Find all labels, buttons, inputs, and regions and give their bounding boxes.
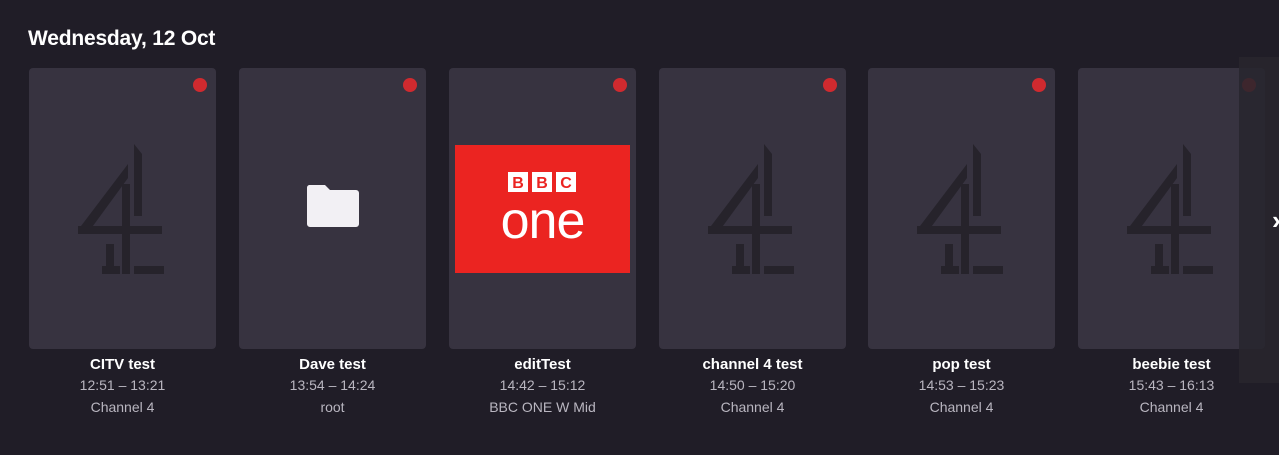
programme-channel: Channel 4: [929, 399, 994, 415]
programme-time: 14:50 – 15:20: [709, 377, 796, 393]
programme-title: editTest: [514, 356, 571, 373]
programme-time: 14:42 – 15:12: [499, 377, 586, 393]
date-heading: Wednesday, 12 Oct: [28, 27, 216, 50]
programme-card[interactable]: B B C one editTest 14:42 – 15:12 BBC ONE…: [449, 68, 636, 418]
folder-icon: [306, 184, 359, 227]
programme-card[interactable]: CITV test 12:51 – 13:21 Channel 4: [29, 68, 216, 418]
bbc-one-logo-icon: B B C one: [455, 144, 630, 273]
chevron-right-icon[interactable]: ›: [1272, 205, 1279, 236]
programme-title: Dave test: [299, 356, 366, 373]
channel-4-logo-icon: [77, 143, 164, 274]
svg-text:B: B: [512, 175, 524, 192]
programme-thumbnail[interactable]: [29, 68, 216, 349]
programme-time: 12:51 – 13:21: [79, 377, 166, 393]
channel-4-logo-icon: [1126, 143, 1213, 274]
svg-text:B: B: [536, 175, 548, 192]
programme-title: beebie test: [1132, 356, 1211, 373]
channel-4-logo-icon: [916, 143, 1003, 274]
programme-card[interactable]: pop test 14:53 – 15:23 Channel 4: [868, 68, 1055, 418]
programme-thumbnail[interactable]: [659, 68, 846, 349]
programme-thumbnail[interactable]: [239, 68, 426, 349]
programme-channel: BBC ONE W Mid: [489, 399, 596, 415]
programme-thumbnail[interactable]: B B C one: [449, 68, 636, 349]
programme-card[interactable]: channel 4 test 14:50 – 15:20 Channel 4: [659, 68, 846, 418]
programme-thumbnail[interactable]: [868, 68, 1055, 349]
programme-time: 13:54 – 14:24: [289, 377, 376, 393]
programme-time: 14:53 – 15:23: [918, 377, 1005, 393]
channel-4-logo-icon: [707, 143, 794, 274]
programme-channel: Channel 4: [90, 399, 155, 415]
programme-channel: Channel 4: [1139, 399, 1204, 415]
programme-title: channel 4 test: [702, 356, 803, 373]
programme-title: pop test: [932, 356, 991, 373]
programme-time: 15:43 – 16:13: [1128, 377, 1215, 393]
bbc-one-wordmark: one: [500, 191, 586, 250]
svg-text:C: C: [560, 175, 572, 192]
programme-thumbnail[interactable]: [1078, 68, 1265, 349]
programme-title: CITV test: [89, 356, 155, 373]
programme-channel: root: [320, 399, 345, 415]
programme-card[interactable]: Dave test 13:54 – 14:24 root: [239, 68, 426, 418]
programme-card[interactable]: beebie test 15:43 – 16:13 Channel 4: [1078, 68, 1265, 418]
programme-channel: Channel 4: [720, 399, 785, 415]
